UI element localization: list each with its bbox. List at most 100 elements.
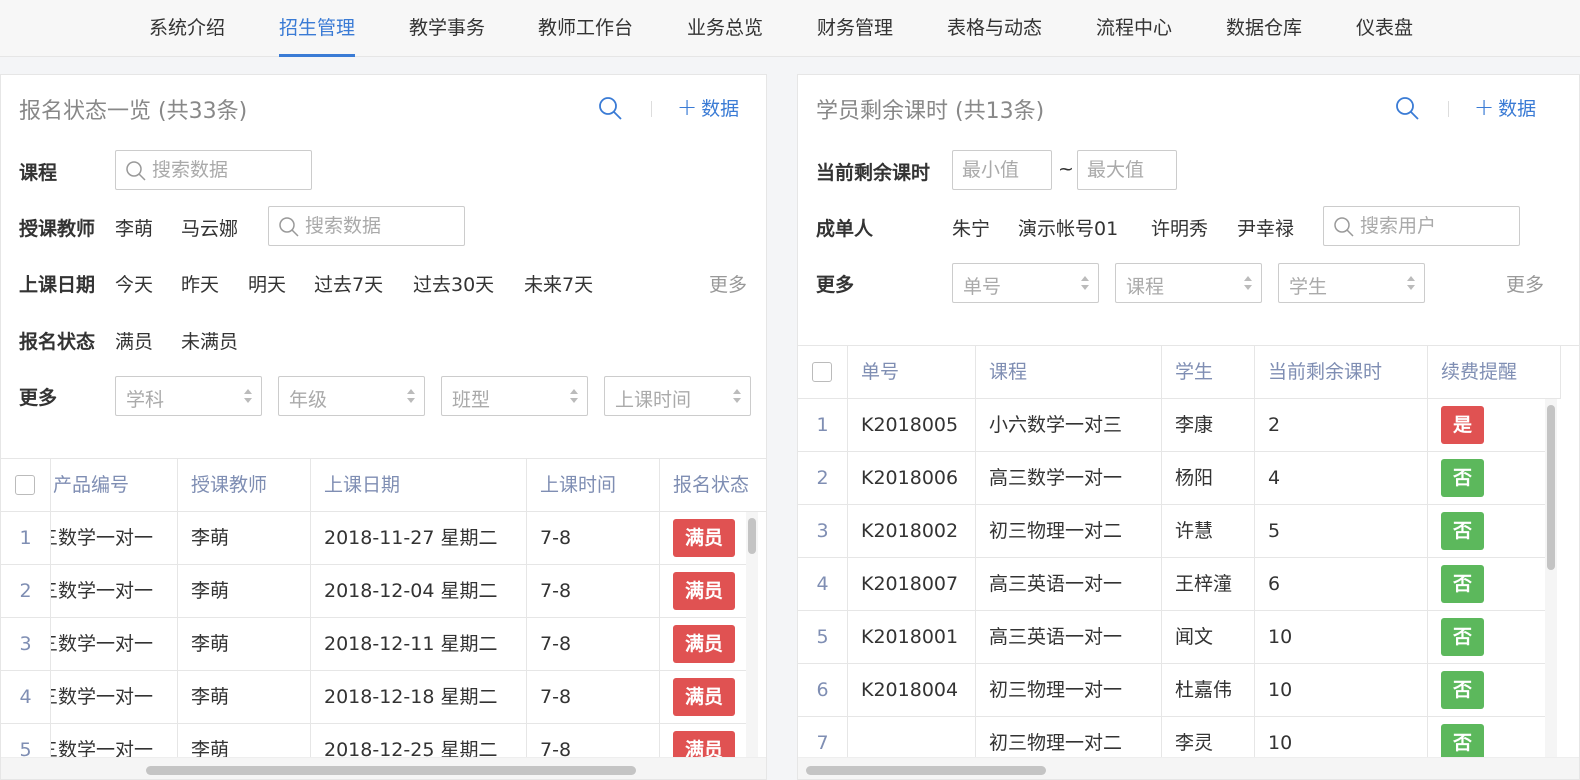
cell-student: 王梓潼: [1162, 558, 1255, 611]
more-link[interactable]: 更多: [1506, 270, 1544, 297]
status-badge[interactable]: 满员: [673, 731, 736, 757]
date-more-link[interactable]: 更多: [709, 270, 747, 297]
select-all-checkbox[interactable]: [812, 362, 832, 382]
date-option[interactable]: 明天: [248, 270, 286, 297]
class-type-select[interactable]: 班型: [441, 376, 588, 416]
nav-tab-dashboard[interactable]: 仪表盘: [1356, 0, 1413, 57]
student-select[interactable]: 学生: [1278, 263, 1425, 303]
date-option[interactable]: 今天: [115, 270, 153, 297]
date-option[interactable]: 过去7天: [314, 270, 383, 297]
subject-select[interactable]: 学科: [115, 376, 262, 416]
owner-option[interactable]: 朱宁: [952, 214, 990, 241]
nav-tab-data-warehouse[interactable]: 数据仓库: [1226, 0, 1302, 57]
row-index: 3: [1, 618, 51, 671]
status-badge[interactable]: 满员: [673, 519, 736, 557]
cell-time: 7-8: [527, 618, 660, 671]
vertical-scrollbar[interactable]: [746, 512, 758, 758]
status-badge[interactable]: 满员: [673, 678, 736, 716]
select-all-checkbox[interactable]: [15, 475, 35, 495]
teacher-option[interactable]: 李萌: [115, 214, 153, 241]
vertical-scrollbar-thumb[interactable]: [1547, 405, 1555, 570]
cell-student: 闻文: [1162, 611, 1255, 664]
grade-select[interactable]: 年级: [278, 376, 425, 416]
nav-tab-finance[interactable]: 财务管理: [817, 0, 893, 57]
cell-time: 7-8: [527, 671, 660, 724]
column-header-date[interactable]: 上课日期: [311, 459, 527, 512]
nav-tab-process-center[interactable]: 流程中心: [1096, 0, 1172, 57]
cell-product: 三数学一对一: [51, 512, 178, 565]
column-header-teacher[interactable]: 授课教师: [178, 459, 311, 512]
column-header-product[interactable]: 产品编号: [51, 459, 178, 512]
horizontal-scrollbar-thumb[interactable]: [806, 766, 1046, 775]
enrollment-status-panel: 报名状态一览 (共33条) +数据 课程 授课教师 李萌 马云娜 上课日期 今天…: [0, 74, 767, 780]
vertical-scrollbar-thumb[interactable]: [748, 518, 756, 554]
nav-tab-tables-dynamics[interactable]: 表格与动态: [947, 0, 1042, 57]
column-header-status[interactable]: 报名状态: [660, 459, 766, 512]
date-option[interactable]: 昨天: [181, 270, 219, 297]
horizontal-scrollbar[interactable]: [1, 757, 766, 779]
status-badge[interactable]: 满员: [673, 572, 736, 610]
add-data-button[interactable]: + 数据: [1474, 93, 1536, 121]
column-header-student[interactable]: 学生: [1162, 346, 1255, 399]
plus-icon: +: [677, 93, 698, 121]
owner-option[interactable]: 演示帐号01: [1018, 214, 1118, 241]
row-index: 2: [1, 565, 51, 618]
row-index: 4: [798, 558, 848, 611]
column-header-course[interactable]: 课程: [976, 346, 1162, 399]
vertical-scrollbar[interactable]: [1545, 399, 1557, 758]
course-search-field[interactable]: [152, 156, 292, 184]
date-option[interactable]: 过去30天: [413, 270, 494, 297]
nav-tab-enrollment[interactable]: 招生管理: [279, 0, 356, 57]
cell-student: 李灵: [1162, 717, 1255, 758]
range-separator: ~: [1058, 158, 1074, 180]
column-header-remaining-hours[interactable]: 当前剩余课时: [1255, 346, 1428, 399]
cell-student: 许慧: [1162, 505, 1255, 558]
cell-remaining-hours: 10: [1255, 664, 1428, 717]
reminder-badge[interactable]: 否: [1441, 618, 1485, 656]
nav-tab-system-intro[interactable]: 系统介绍: [149, 0, 225, 57]
cell-time: 7-8: [527, 565, 660, 618]
user-search-field[interactable]: [1360, 212, 1500, 240]
max-value-field[interactable]: [1087, 156, 1167, 184]
cell-renewal-reminder: 否: [1428, 505, 1546, 558]
date-option[interactable]: 未来7天: [524, 270, 593, 297]
reminder-badge[interactable]: 否: [1441, 724, 1485, 757]
teacher-option[interactable]: 马云娜: [181, 214, 238, 241]
course-select[interactable]: 课程: [1115, 263, 1262, 303]
owner-option[interactable]: 尹幸禄: [1237, 214, 1294, 241]
status-option[interactable]: 满员: [115, 327, 153, 354]
cell-order-no: K2018001: [848, 611, 976, 664]
column-header-renewal-reminder[interactable]: 续费提醒: [1428, 346, 1561, 399]
class-time-select[interactable]: 上课时间: [604, 376, 751, 416]
add-data-button[interactable]: + 数据: [677, 93, 739, 121]
sort-arrows-icon: [407, 389, 415, 403]
search-icon[interactable]: [1395, 96, 1421, 126]
nav-tab-teaching[interactable]: 教学事务: [409, 0, 485, 57]
status-badge[interactable]: 满员: [673, 625, 736, 663]
reminder-badge[interactable]: 否: [1441, 459, 1485, 497]
max-value-input[interactable]: [1077, 150, 1177, 190]
column-header-time[interactable]: 上课时间: [527, 459, 660, 512]
horizontal-scrollbar-thumb[interactable]: [146, 766, 636, 775]
nav-tab-business-overview[interactable]: 业务总览: [687, 0, 763, 57]
cell-course: 高三数学一对一: [976, 452, 1162, 505]
nav-tab-teacher-workbench[interactable]: 教师工作台: [538, 0, 633, 57]
search-icon[interactable]: [598, 96, 624, 126]
user-search-input[interactable]: [1323, 206, 1520, 246]
course-search-input[interactable]: [115, 150, 312, 190]
status-option[interactable]: 未满员: [181, 327, 238, 354]
owner-option[interactable]: 许明秀: [1151, 214, 1208, 241]
column-header-order-no[interactable]: 单号: [848, 346, 976, 399]
min-value-field[interactable]: [962, 156, 1042, 184]
cell-student: 杨阳: [1162, 452, 1255, 505]
reminder-badge[interactable]: 否: [1441, 565, 1485, 603]
filter-label-teacher: 授课教师: [19, 218, 96, 240]
teacher-search-input[interactable]: [268, 206, 465, 246]
min-value-input[interactable]: [952, 150, 1052, 190]
reminder-badge[interactable]: 否: [1441, 671, 1485, 709]
reminder-badge[interactable]: 是: [1441, 406, 1485, 444]
teacher-search-field[interactable]: [305, 212, 445, 240]
order-no-select[interactable]: 单号: [952, 263, 1099, 303]
horizontal-scrollbar[interactable]: [798, 757, 1579, 779]
reminder-badge[interactable]: 否: [1441, 512, 1485, 550]
